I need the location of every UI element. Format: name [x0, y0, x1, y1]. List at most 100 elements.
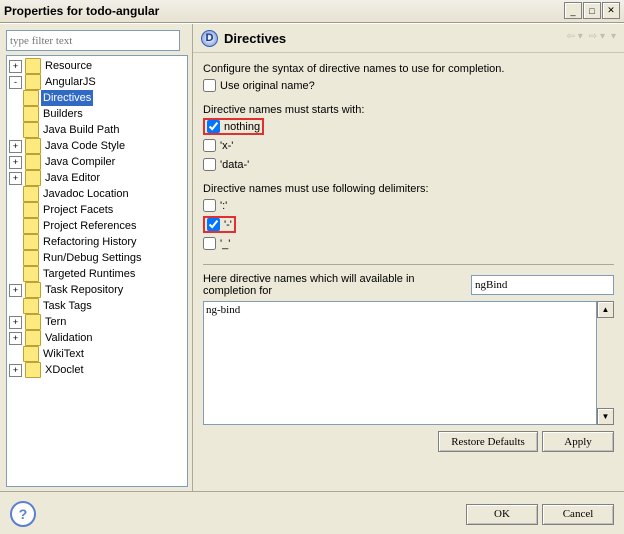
close-button[interactable]: ✕ [602, 2, 620, 19]
expand-icon[interactable]: + [9, 140, 22, 153]
tree-spacer [9, 93, 20, 104]
apply-button[interactable]: Apply [542, 431, 614, 452]
tree-item-angularjs[interactable]: -AngularJS [7, 74, 187, 90]
delimiter-label-2: '_' [220, 238, 230, 250]
tree-item-directives[interactable]: Directives [7, 90, 187, 106]
folder-icon [23, 234, 39, 250]
expand-icon[interactable]: + [9, 172, 22, 185]
tree-item-label: Builders [41, 106, 85, 122]
title-bar: Properties for todo-angular _ □ ✕ [0, 0, 624, 23]
use-original-label: Use original name? [220, 80, 315, 92]
tree-item-label: Java Code Style [43, 138, 127, 154]
expand-icon[interactable]: + [9, 156, 22, 169]
delimiter-option-2[interactable]: '_' [203, 235, 614, 252]
tree-item-targeted-runtimes[interactable]: Targeted Runtimes [7, 266, 187, 282]
starts-with-checkbox-2[interactable] [203, 158, 216, 171]
directives-icon: D [201, 30, 218, 47]
tree-item-java-editor[interactable]: +Java Editor [7, 170, 187, 186]
page-header: D Directives ⇦ ▾ ⇨ ▾ ▾ [193, 24, 624, 53]
help-icon[interactable]: ? [10, 501, 36, 527]
tree-spacer [9, 253, 20, 264]
tree-item-task-repository[interactable]: +Task Repository [7, 282, 187, 298]
tree-spacer [9, 349, 20, 360]
tree-item-refactoring-history[interactable]: Refactoring History [7, 234, 187, 250]
nav-menu-icon[interactable]: ▾ [611, 31, 616, 42]
tree-item-tern[interactable]: +Tern [7, 314, 187, 330]
delimiter-checkbox-0[interactable] [203, 199, 216, 212]
folder-icon [25, 138, 41, 154]
starts-with-label-2: 'data-' [220, 159, 249, 171]
delimiters-section: Directive names must use following delim… [203, 183, 614, 252]
delimiter-option-0[interactable]: ':' [203, 197, 614, 214]
example-input[interactable] [471, 275, 614, 295]
tree-item-label: Java Build Path [41, 122, 121, 138]
tree-item-xdoclet[interactable]: +XDoclet [7, 362, 187, 378]
scroll-up-icon[interactable]: ▲ [597, 301, 614, 318]
starts-with-label-0: nothing [224, 121, 260, 133]
tree-item-label: Validation [43, 330, 95, 346]
tree-item-java-build-path[interactable]: Java Build Path [7, 122, 187, 138]
cancel-button[interactable]: Cancel [542, 504, 614, 525]
tree-item-label: Project Facets [41, 202, 115, 218]
delimiter-option-1[interactable]: '-' [203, 216, 614, 233]
ok-button[interactable]: OK [466, 504, 538, 525]
category-tree[interactable]: +Resource-AngularJSDirectivesBuildersJav… [6, 55, 188, 487]
tree-item-java-compiler[interactable]: +Java Compiler [7, 154, 187, 170]
tree-item-resource[interactable]: + Resource [7, 58, 187, 74]
use-original-input[interactable] [203, 79, 216, 92]
nav-fwd-icon[interactable]: ⇨ ▾ [589, 31, 605, 42]
folder-icon [25, 362, 41, 378]
minimize-button[interactable]: _ [564, 2, 582, 19]
dialog-footer: ? OK Cancel [0, 491, 624, 534]
tree-spacer [9, 205, 20, 216]
folder-icon [23, 202, 39, 218]
use-original-checkbox[interactable]: Use original name? [203, 77, 614, 94]
folder-icon [23, 298, 39, 314]
example-label: Here directive names which will availabl… [203, 273, 467, 297]
maximize-button[interactable]: □ [583, 2, 601, 19]
tree-item-label: Resource [43, 58, 94, 74]
nav-back-icon[interactable]: ⇦ ▾ [567, 31, 583, 42]
delimiter-label-1: '-' [224, 219, 232, 231]
folder-icon [25, 282, 41, 298]
tree-item-label: Refactoring History [41, 234, 139, 250]
expand-icon[interactable]: + [9, 364, 22, 377]
delimiter-checkbox-1[interactable] [207, 218, 220, 231]
starts-with-option-2[interactable]: 'data-' [203, 156, 614, 173]
tree-item-task-tags[interactable]: Task Tags [7, 298, 187, 314]
tree-item-wikitext[interactable]: WikiText [7, 346, 187, 362]
starts-with-section: Directive names must starts with: nothin… [203, 104, 614, 173]
restore-defaults-button[interactable]: Restore Defaults [438, 431, 538, 452]
delimiter-checkbox-2[interactable] [203, 237, 216, 250]
tree-item-project-references[interactable]: Project References [7, 218, 187, 234]
tree-item-javadoc-location[interactable]: Javadoc Location [7, 186, 187, 202]
filter-input[interactable] [6, 30, 180, 51]
intro-text: Configure the syntax of directive names … [203, 63, 614, 75]
folder-icon [25, 74, 41, 90]
tree-item-project-facets[interactable]: Project Facets [7, 202, 187, 218]
tree-item-label: Javadoc Location [41, 186, 131, 202]
starts-with-option-1[interactable]: 'x-' [203, 137, 614, 154]
tree-item-label: WikiText [41, 346, 86, 362]
expand-icon[interactable]: + [9, 316, 22, 329]
starts-with-checkbox-0[interactable] [207, 120, 220, 133]
tree-spacer [9, 269, 20, 280]
folder-icon [23, 122, 39, 138]
starts-with-checkbox-1[interactable] [203, 139, 216, 152]
scroll-down-icon[interactable]: ▼ [597, 408, 614, 425]
example-output[interactable] [203, 301, 597, 425]
tree-item-builders[interactable]: Builders [7, 106, 187, 122]
tree-item-java-code-style[interactable]: + Java Code Style [7, 138, 187, 154]
tree-item-run-debug-settings[interactable]: Run/Debug Settings [7, 250, 187, 266]
expand-icon[interactable]: + [9, 60, 22, 73]
folder-icon [25, 330, 41, 346]
folder-icon [23, 266, 39, 282]
collapse-icon[interactable]: - [9, 76, 22, 89]
starts-with-label-1: 'x-' [220, 140, 233, 152]
expand-icon[interactable]: + [9, 284, 22, 297]
tree-item-validation[interactable]: + Validation [7, 330, 187, 346]
page-content: Configure the syntax of directive names … [193, 53, 624, 491]
folder-icon [25, 58, 41, 74]
expand-icon[interactable]: + [9, 332, 22, 345]
starts-with-option-0[interactable]: nothing [203, 118, 614, 135]
